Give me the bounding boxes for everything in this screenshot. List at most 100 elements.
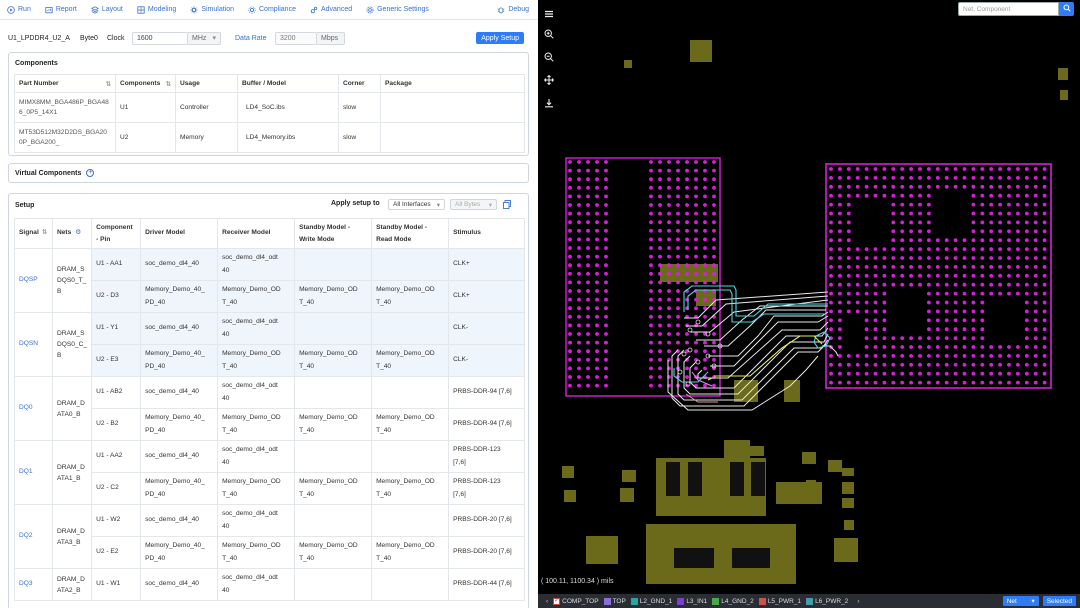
search-button[interactable]: [1059, 2, 1074, 16]
standby-read-cell[interactable]: [371, 568, 450, 601]
layer-checkbox[interactable]: [806, 597, 814, 605]
standby-read-cell[interactable]: [371, 312, 450, 345]
driver-model-cell[interactable]: Memory_Demo_40_ PD_40: [140, 344, 219, 377]
move-icon[interactable]: [543, 74, 554, 85]
net-search-input[interactable]: Net, Component: [958, 2, 1059, 16]
standby-read-cell[interactable]: [371, 248, 450, 281]
receiver-model-cell[interactable]: Memory_Demo_OD T_40: [217, 408, 296, 441]
table-row[interactable]: U2 - E3 Memory_Demo_40_ PD_40 Memory_Demo_O…: [14, 344, 525, 377]
zoom-in-icon[interactable]: [543, 28, 554, 39]
standby-read-cell[interactable]: Memory_Demo_OD T_40: [371, 536, 450, 569]
receiver-model-cell[interactable]: soc_demo_dl4_odt 40: [217, 440, 296, 473]
stimulus-cell[interactable]: CLK+: [448, 280, 525, 313]
driver-model-cell[interactable]: soc_demo_dl4_40: [140, 376, 219, 409]
layer-checkbox[interactable]: [677, 597, 685, 605]
model-cell[interactable]: LD4_SoC.ibs: [237, 92, 339, 123]
table-row[interactable]: DQ2 DRAM_D ATA3_B U1 - W2 soc_demo_dl4_40 soc…: [14, 504, 525, 569]
modeling-button[interactable]: Modeling: [130, 0, 183, 20]
layer-toggle[interactable]: ✓ COMP_TOP: [553, 597, 599, 605]
apply-setup-button[interactable]: Apply Setup: [476, 32, 524, 44]
report-button[interactable]: Report: [38, 0, 84, 20]
table-row[interactable]: MT53D512M32D2DS_BGA20 0P_BGA200_ U2 Memor…: [14, 122, 525, 153]
stimulus-cell[interactable]: PRBS-DDR-123 [7,6]: [448, 472, 525, 505]
layer-checkbox[interactable]: [630, 597, 638, 605]
receiver-model-cell[interactable]: soc_demo_dl4_odt 40: [217, 568, 296, 601]
col-components[interactable]: Components ⇅: [115, 74, 176, 93]
stimulus-cell[interactable]: PRBS-DDR-20 [7,6]: [448, 504, 525, 537]
receiver-model-cell[interactable]: Memory_Demo_OD T_40: [217, 536, 296, 569]
signal-cell[interactable]: DQ3: [14, 568, 53, 601]
stimulus-cell[interactable]: PRBS-DDR-123 [7,6]: [448, 440, 525, 473]
receiver-model-cell[interactable]: soc_demo_dl4_odt 40: [217, 312, 296, 345]
standby-read-cell[interactable]: Memory_Demo_OD T_40: [371, 280, 450, 313]
signal-cell[interactable]: DQ0: [14, 376, 53, 441]
compliance-button[interactable]: Compliance: [241, 0, 303, 20]
clock-input[interactable]: 1600: [132, 31, 188, 45]
net-select[interactable]: Net ▾: [1002, 596, 1039, 606]
download-icon[interactable]: [543, 97, 554, 108]
receiver-model-cell[interactable]: Memory_Demo_OD T_40: [217, 280, 296, 313]
stimulus-cell[interactable]: CLK-: [448, 344, 525, 377]
zoom-out-icon[interactable]: [543, 51, 554, 62]
signal-cell[interactable]: DQ2: [14, 504, 53, 569]
layer-toggle[interactable]: TOP: [603, 597, 626, 605]
receiver-model-cell[interactable]: soc_demo_dl4_odt 40: [217, 248, 296, 281]
stimulus-cell[interactable]: PRBS-DDR-94 [7,6]: [448, 376, 525, 409]
receiver-model-cell[interactable]: soc_demo_dl4_odt 40: [217, 376, 296, 409]
corner-cell[interactable]: slow: [338, 122, 381, 153]
layer-checkbox[interactable]: [712, 597, 720, 605]
corner-cell[interactable]: slow: [338, 92, 381, 123]
stimulus-cell[interactable]: PRBS-DDR-94 [7,6]: [448, 408, 525, 441]
driver-model-cell[interactable]: Memory_Demo_40_ PD_40: [140, 472, 219, 505]
package-cell[interactable]: [380, 92, 525, 123]
driver-model-cell[interactable]: soc_demo_dl4_40: [140, 440, 219, 473]
standby-read-cell[interactable]: Memory_Demo_OD T_40: [371, 344, 450, 377]
layer-checkbox[interactable]: ✓: [553, 597, 561, 605]
col-nets[interactable]: Nets ⚙: [52, 218, 93, 249]
driver-model-cell[interactable]: soc_demo_dl4_40: [140, 504, 219, 537]
run-button[interactable]: Run: [0, 0, 38, 20]
standby-write-cell[interactable]: [294, 504, 373, 537]
standby-read-cell[interactable]: Memory_Demo_OD T_40: [371, 472, 450, 505]
driver-model-cell[interactable]: Memory_Demo_40_ PD_40: [140, 408, 219, 441]
layer-toggle[interactable]: L3_IN1: [677, 597, 707, 605]
generic-settings-button[interactable]: Generic Settings: [359, 0, 436, 20]
receiver-model-cell[interactable]: soc_demo_dl4_odt 40: [217, 504, 296, 537]
standby-write-cell[interactable]: [294, 568, 373, 601]
table-row[interactable]: U2 - D3 Memory_Demo_40_ PD_40 Memory_Demo_O…: [14, 280, 525, 313]
apply-to-select[interactable]: All Interfaces ▾: [388, 199, 445, 210]
datarate-input[interactable]: 3200: [275, 31, 317, 45]
layer-toggle[interactable]: L5_PWR_1: [758, 597, 801, 605]
table-row[interactable]: U2 - C2 Memory_Demo_40_ PD_40 Memory_Demo_O…: [15, 472, 525, 505]
layer-toggle[interactable]: L6_PWR_2: [806, 597, 848, 605]
selected-button[interactable]: Selected: [1042, 596, 1076, 606]
copy-icon[interactable]: [503, 200, 511, 209]
layer-toggle[interactable]: L4_GND_2: [712, 597, 754, 605]
standby-write-cell[interactable]: [294, 376, 373, 409]
receiver-model-cell[interactable]: Memory_Demo_OD T_40: [217, 472, 296, 505]
standby-write-cell[interactable]: [294, 312, 373, 345]
table-row[interactable]: DQ1 DRAM_D ATA1_B U1 - AA2 soc_demo_dl4_40 so…: [14, 440, 525, 505]
model-cell[interactable]: LD4_Memory.ibs: [237, 122, 339, 153]
table-row[interactable]: DQSP DRAM_S DQS0_T_ B U1 - AA1 soc_demo_dl4_4…: [14, 248, 525, 313]
standby-write-cell[interactable]: Memory_Demo_OD T_40: [294, 280, 373, 313]
layer-checkbox[interactable]: [603, 597, 611, 605]
standby-write-cell[interactable]: [294, 440, 373, 473]
standby-write-cell[interactable]: Memory_Demo_OD T_40: [294, 344, 373, 377]
add-circle-icon[interactable]: +: [86, 169, 95, 177]
table-row[interactable]: DQ0 DRAM_D ATA0_B U1 - AB2 soc_demo_dl4_40 so…: [14, 376, 525, 441]
table-row[interactable]: U2 - E2 Memory_Demo_40_ PD_40 Memory_Demo_O…: [15, 536, 525, 569]
stimulus-cell[interactable]: CLK+: [448, 248, 525, 281]
standby-read-cell[interactable]: [371, 376, 450, 409]
col-part-number[interactable]: Part Number ⇅: [14, 74, 116, 93]
package-cell[interactable]: [380, 122, 525, 153]
clock-unit-select[interactable]: MHz ▾: [188, 31, 221, 45]
driver-model-cell[interactable]: Memory_Demo_40_ PD_40: [140, 536, 219, 569]
col-signal[interactable]: Signal ⇅: [14, 218, 53, 249]
table-row[interactable]: DQ3 DRAM_D ATA2_B U1 - W1 soc_demo_dl4_40 soc…: [14, 568, 525, 601]
standby-write-cell[interactable]: Memory_Demo_OD T_40: [294, 472, 373, 505]
simulation-button[interactable]: Simulation: [183, 0, 241, 20]
stimulus-cell[interactable]: CLK-: [448, 312, 525, 345]
pcb-canvas[interactable]: [538, 0, 1080, 594]
table-row[interactable]: MIMX8MM_BGA486P_BGA48 6_0P5_14X1 U1 Contr…: [14, 92, 525, 123]
